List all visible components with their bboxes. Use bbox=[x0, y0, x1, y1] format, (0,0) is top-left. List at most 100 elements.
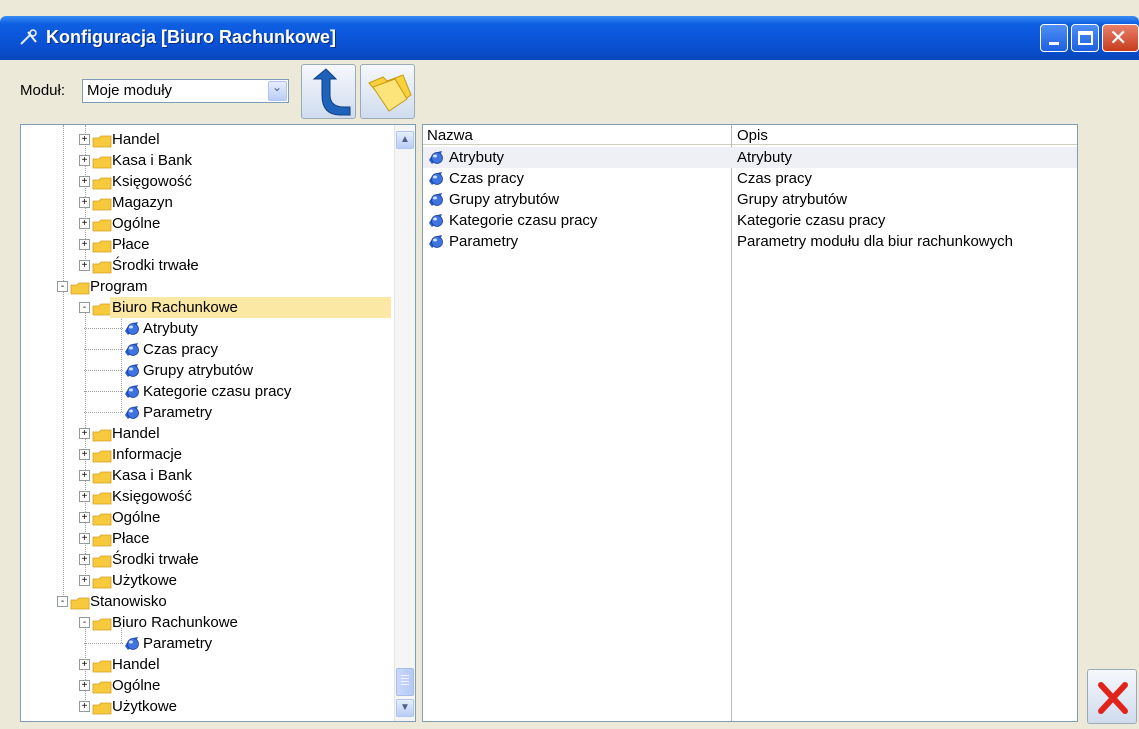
window-title: Konfiguracja [Biuro Rachunkowe] bbox=[46, 27, 337, 47]
tree-item[interactable]: + Handel bbox=[21, 423, 391, 444]
tree-item[interactable]: + Użytkowe bbox=[21, 570, 391, 591]
tree-item[interactable]: + Płace bbox=[21, 528, 391, 549]
expand-icon[interactable]: + bbox=[79, 512, 90, 523]
list-item[interactable]: Grupy atrybutów Grupy atrybutów bbox=[423, 189, 1077, 210]
expand-icon[interactable]: + bbox=[79, 470, 90, 481]
tree-item-label: Czas pracy bbox=[143, 341, 219, 358]
globe-icon bbox=[123, 383, 141, 400]
collapse-icon[interactable]: - bbox=[79, 302, 90, 313]
tree-item-label: Księgowość bbox=[112, 173, 193, 190]
folder-icon bbox=[92, 154, 112, 169]
tree-item[interactable]: + Księgowość bbox=[21, 171, 391, 192]
tree-item[interactable]: + Środki trwałe bbox=[21, 549, 391, 570]
maximize-button[interactable] bbox=[1071, 24, 1099, 52]
module-dropdown-button[interactable]: ⌄ bbox=[268, 80, 287, 101]
tree-item[interactable]: + Księgowość bbox=[21, 486, 391, 507]
tree-item[interactable]: - Stanowisko bbox=[21, 591, 391, 612]
folder-icon bbox=[92, 175, 112, 190]
expand-icon[interactable]: + bbox=[79, 680, 90, 691]
tree-item-label: Płace bbox=[112, 530, 150, 547]
tree-item[interactable]: + Kasa i Bank bbox=[21, 150, 391, 171]
go-up-button[interactable] bbox=[301, 64, 356, 119]
collapse-icon[interactable]: - bbox=[57, 596, 68, 607]
tree-item[interactable]: + Środki trwałe bbox=[21, 255, 391, 276]
globe-icon bbox=[427, 191, 445, 208]
tree-item[interactable]: + Ogólne bbox=[21, 675, 391, 696]
expand-icon[interactable]: + bbox=[79, 659, 90, 670]
expand-icon[interactable]: + bbox=[79, 449, 90, 460]
scroll-down-button[interactable]: ▼ bbox=[396, 699, 414, 717]
list-item-name: Parametry bbox=[449, 233, 519, 250]
list-item[interactable]: Parametry Parametry modułu dla biur rachu… bbox=[423, 231, 1077, 252]
expand-icon[interactable]: + bbox=[79, 155, 90, 166]
tree-item[interactable]: + Handel bbox=[21, 129, 391, 150]
tree-item-label: Środki trwałe bbox=[112, 257, 199, 274]
tree-item[interactable]: + Ogólne bbox=[21, 213, 391, 234]
tree-item[interactable]: Czas pracy bbox=[21, 339, 391, 360]
folder-icon bbox=[92, 448, 112, 463]
list-item[interactable]: Czas pracy Czas pracy bbox=[423, 168, 1077, 189]
config-list[interactable]: Nazwa Opis Atrybuty Atrybuty Czas pracy Cza… bbox=[422, 124, 1078, 722]
expand-icon[interactable]: + bbox=[79, 197, 90, 208]
chevron-down-icon: ▼ bbox=[400, 702, 410, 713]
close-button[interactable] bbox=[1087, 669, 1137, 724]
open-folder-button[interactable] bbox=[360, 64, 415, 119]
tree-item[interactable]: + Handel bbox=[21, 654, 391, 675]
list-item[interactable]: Atrybuty Atrybuty bbox=[423, 147, 1077, 168]
folder-icon bbox=[70, 595, 90, 610]
minimize-button[interactable] bbox=[1040, 24, 1068, 52]
tree-item-label: Kategorie czasu pracy bbox=[143, 383, 292, 400]
tree-scrollbar[interactable]: ▲ ▼ bbox=[394, 125, 415, 721]
expand-icon[interactable]: + bbox=[79, 428, 90, 439]
expand-icon[interactable]: + bbox=[79, 554, 90, 565]
title-bar[interactable]: Konfiguracja [Biuro Rachunkowe] ✕ bbox=[0, 16, 1139, 60]
tree-item[interactable]: - Biuro Rachunkowe bbox=[21, 612, 391, 633]
list-item[interactable]: Kategorie czasu pracy Kategorie czasu pra… bbox=[423, 210, 1077, 231]
globe-icon bbox=[123, 362, 141, 379]
expand-icon[interactable]: + bbox=[79, 218, 90, 229]
tree-item[interactable]: + Płace bbox=[21, 234, 391, 255]
tree-item-label: Środki trwałe bbox=[112, 551, 199, 568]
tree-item[interactable]: Atrybuty bbox=[21, 318, 391, 339]
list-item-description: Parametry modułu dla biur rachunkowych bbox=[737, 233, 1013, 250]
scroll-up-button[interactable]: ▲ bbox=[396, 131, 414, 149]
list-item-name: Atrybuty bbox=[449, 149, 505, 166]
expand-icon[interactable]: + bbox=[79, 701, 90, 712]
expand-icon[interactable]: + bbox=[79, 260, 90, 271]
collapse-icon[interactable]: - bbox=[57, 281, 68, 292]
expand-icon[interactable]: + bbox=[79, 533, 90, 544]
expand-icon[interactable]: + bbox=[79, 239, 90, 250]
folder-icon bbox=[92, 700, 112, 715]
globe-icon bbox=[427, 170, 445, 187]
tree-item[interactable]: - Program bbox=[21, 276, 391, 297]
config-tree[interactable]: + Handel + Kasa i Bank + Księgowość + Magazyn + O… bbox=[20, 124, 416, 722]
module-select[interactable]: Moje moduły ⌄ bbox=[82, 79, 289, 103]
tree-item[interactable]: + Ogólne bbox=[21, 507, 391, 528]
expand-icon[interactable]: + bbox=[79, 491, 90, 502]
tree-item-label: Ogólne bbox=[112, 215, 161, 232]
tree-item-label: Handel bbox=[112, 425, 160, 442]
expand-icon[interactable]: + bbox=[79, 176, 90, 187]
column-header-name[interactable]: Nazwa bbox=[427, 125, 473, 147]
tree-item[interactable]: + Kasa i Bank bbox=[21, 465, 391, 486]
tree-item[interactable]: Kategorie czasu pracy bbox=[21, 381, 391, 402]
folder-icon bbox=[70, 280, 90, 295]
tree-item[interactable]: Parametry bbox=[21, 402, 391, 423]
expand-icon[interactable]: + bbox=[79, 134, 90, 145]
tree-item[interactable]: - Biuro Rachunkowe bbox=[21, 297, 391, 318]
maximize-icon bbox=[1078, 31, 1093, 45]
expand-icon[interactable]: + bbox=[79, 575, 90, 586]
collapse-icon[interactable]: - bbox=[79, 617, 90, 628]
tree-branch-line bbox=[84, 370, 123, 371]
globe-icon bbox=[427, 233, 445, 250]
globe-icon bbox=[123, 341, 141, 358]
folder-icon bbox=[92, 217, 112, 232]
column-header-description[interactable]: Opis bbox=[737, 125, 768, 147]
tree-item[interactable]: + Użytkowe bbox=[21, 696, 391, 717]
tree-item[interactable]: + Magazyn bbox=[21, 192, 391, 213]
window-close-button[interactable]: ✕ bbox=[1102, 24, 1139, 52]
tree-item[interactable]: Grupy atrybutów bbox=[21, 360, 391, 381]
scroll-thumb[interactable] bbox=[396, 668, 414, 696]
tree-item[interactable]: + Informacje bbox=[21, 444, 391, 465]
tree-item[interactable]: Parametry bbox=[21, 633, 391, 654]
